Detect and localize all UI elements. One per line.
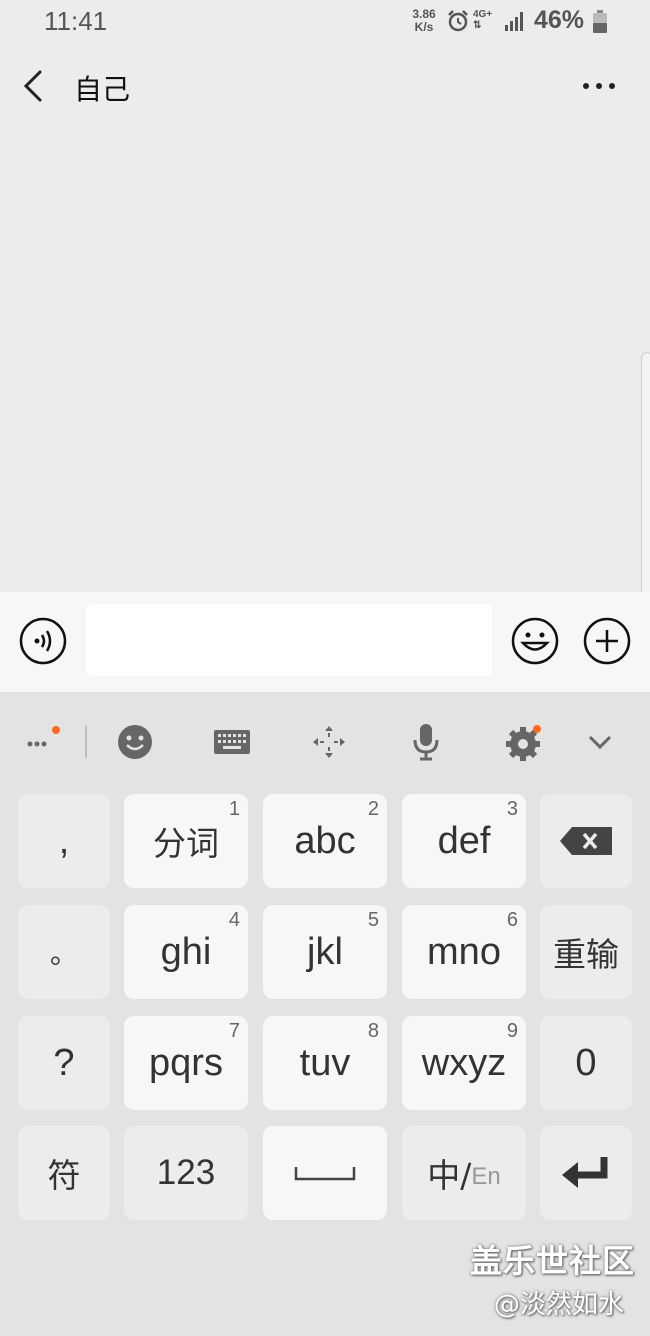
data-arrows-icon: ⇅: [473, 20, 482, 31]
status-bar: 11:41 3.86 K/s 4G+ ⇅ 46%: [0, 0, 650, 44]
emoji-icon[interactable]: [510, 616, 560, 666]
key-fenci[interactable]: 分词 1: [124, 794, 248, 888]
scroll-indicator[interactable]: [641, 352, 650, 602]
key-enter[interactable]: [540, 1126, 632, 1220]
key-mno[interactable]: mno 6: [402, 905, 526, 999]
chat-title: 自己: [74, 73, 131, 106]
key-ghi[interactable]: ghi 4: [124, 905, 248, 999]
network-type: 4G+ ⇅: [473, 9, 493, 31]
key-123[interactable]: 123: [124, 1126, 248, 1220]
key-language-switch[interactable]: 中/ En: [402, 1126, 526, 1220]
watermark-author: @淡然如水: [494, 1290, 625, 1320]
key-symbol[interactable]: 符: [18, 1126, 110, 1220]
signal-icon: [505, 12, 523, 31]
chat-header: 自己: [0, 54, 650, 118]
key-period[interactable]: 。: [18, 905, 110, 999]
keyboard-more-icon[interactable]: [22, 722, 62, 762]
key-wxyz[interactable]: wxyz 9: [402, 1016, 526, 1110]
key-zero[interactable]: 0: [540, 1016, 632, 1110]
key-pqrs[interactable]: pqrs 7: [124, 1016, 248, 1110]
battery-icon: [593, 10, 607, 33]
key-space[interactable]: [263, 1126, 387, 1220]
backspace-icon: [560, 827, 612, 855]
key-backspace[interactable]: [540, 794, 632, 888]
network-speed-unit: K/s: [414, 20, 434, 34]
key-question[interactable]: ?: [18, 1016, 110, 1110]
key-jkl[interactable]: jkl 5: [263, 905, 387, 999]
watermark-site: 盖乐世社区: [470, 1242, 636, 1280]
cursor-move-icon[interactable]: [309, 722, 349, 762]
keyboard-settings-icon[interactable]: [503, 722, 543, 762]
key-comma[interactable]: ,: [18, 794, 110, 888]
keyboard-layout-icon[interactable]: [212, 722, 252, 762]
alarm-icon: [448, 10, 468, 32]
add-more-icon[interactable]: [582, 616, 632, 666]
status-time: 11:41: [44, 6, 108, 36]
keyboard-toolbar: [0, 712, 650, 772]
enter-icon: [562, 1157, 608, 1188]
space-icon: [294, 1167, 356, 1181]
key-abc[interactable]: abc 2: [263, 794, 387, 888]
key-reinput[interactable]: 重输: [540, 905, 632, 999]
toolbar-divider: [85, 726, 87, 758]
key-def[interactable]: def 3: [402, 794, 526, 888]
collapse-keyboard-icon[interactable]: [580, 722, 620, 762]
keyboard-emoji-icon[interactable]: [115, 722, 155, 762]
microphone-icon[interactable]: [406, 722, 446, 762]
back-arrow-icon[interactable]: [18, 68, 52, 104]
voice-input-icon[interactable]: [18, 616, 68, 666]
key-tuv[interactable]: tuv 8: [263, 1016, 387, 1110]
battery-percent: 46%: [534, 6, 585, 34]
message-input[interactable]: [86, 604, 492, 676]
more-options-icon[interactable]: [578, 74, 622, 98]
network-speed: 3.86 K/s: [408, 8, 440, 34]
message-input-bar: [0, 592, 650, 692]
chat-screen: 11:41 3.86 K/s 4G+ ⇅ 46% 自己 , 分词 1 abc 2…: [0, 0, 650, 1336]
